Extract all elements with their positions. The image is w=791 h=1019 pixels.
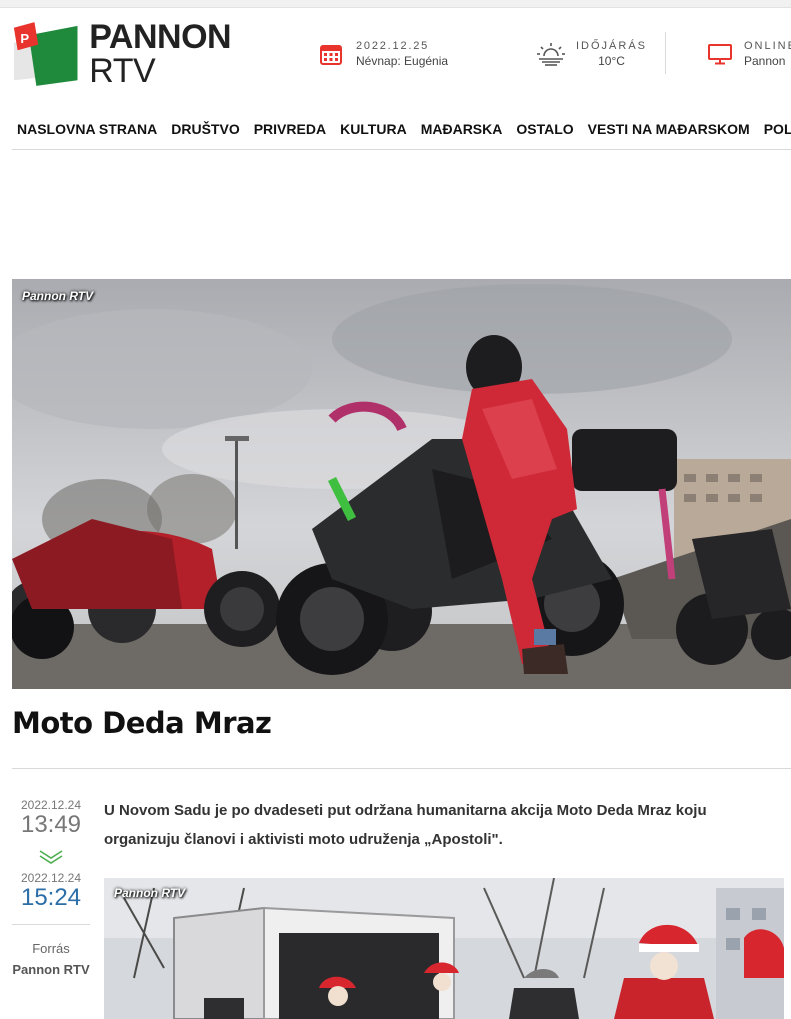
current-date: 2022.12.25 xyxy=(356,40,430,52)
updated-date: 2022.12.24 xyxy=(20,871,82,886)
browser-top-strip xyxy=(0,0,791,8)
nav-item-kultura[interactable]: KULTURA xyxy=(340,121,407,137)
nav-item-politika[interactable]: POLITIKA xyxy=(764,121,791,137)
online-widget[interactable]: ONLINE Pannon xyxy=(708,40,791,68)
meta-divider xyxy=(12,924,90,926)
nav-item-drustvo[interactable]: DRUŠTVO xyxy=(171,121,239,137)
article-title: Moto Deda Mraz xyxy=(12,706,272,740)
sunrise-weather-icon xyxy=(537,43,565,66)
hero-image[interactable]: Pannon RTV xyxy=(12,279,791,689)
online-label: ONLINE xyxy=(744,40,791,52)
source-label: Forrás xyxy=(32,941,70,957)
article-photo-watermark: Pannon RTV xyxy=(114,886,186,900)
pannon-logo-icon: P xyxy=(13,22,78,86)
site-header: P PANNON RTV 2022.12.25 Névnap: Eugénia xyxy=(0,8,791,108)
article-meta: 2022.12.24 13:49 2022.12.24 15:24 Forrás… xyxy=(12,798,90,977)
site-logo[interactable]: P PANNON RTV xyxy=(12,16,292,92)
title-divider xyxy=(12,768,791,769)
svg-text:P: P xyxy=(20,31,29,46)
chevron-down-icon xyxy=(39,850,63,865)
published-date: 2022.12.24 xyxy=(20,798,82,812)
published-time: 13:49 xyxy=(20,811,82,838)
nav-item-madjarska[interactable]: MAĐARSKA xyxy=(421,121,503,137)
calendar-icon xyxy=(320,45,342,65)
logo-wordmark: PANNON RTV xyxy=(89,20,292,88)
source-name: Pannon RTV xyxy=(12,962,90,978)
weather-temperature: 10°C xyxy=(598,54,625,68)
logo-text-rtv: RTV xyxy=(89,52,156,90)
updated-time: 15:24 xyxy=(20,884,82,912)
nav-item-vesti-na-madjarskom[interactable]: VESTI NA MAĐARSKOM xyxy=(588,121,750,137)
main-navigation: NASLOVNA STRANA DRUŠTVO PRIVREDA KULTURA… xyxy=(12,108,791,150)
article-lead: U Novom Sadu je po dvadeseti put održana… xyxy=(104,802,707,848)
weather-widget[interactable]: IDŐJÁRÁS 10°C xyxy=(536,40,647,68)
logo-text-main: PANNON xyxy=(89,18,232,56)
hero-motorcycles-image xyxy=(12,279,791,689)
article-photo[interactable]: Pannon RTV xyxy=(104,878,784,1019)
santa-volunteers-image xyxy=(104,878,784,1019)
header-divider xyxy=(665,32,666,74)
nav-item-privreda[interactable]: PRIVREDA xyxy=(254,121,326,137)
weather-label: IDŐJÁRÁS xyxy=(576,40,648,52)
hero-watermark: Pannon RTV xyxy=(22,289,94,303)
online-value: Pannon xyxy=(744,54,786,68)
date-block: 2022.12.25 Névnap: Eugénia xyxy=(320,40,448,68)
name-day: Névnap: Eugénia xyxy=(356,54,449,68)
nav-item-naslovna-strana[interactable]: NASLOVNA STRANA xyxy=(17,121,157,137)
nav-item-ostalo[interactable]: OSTALO xyxy=(516,121,573,137)
tv-icon xyxy=(708,44,732,65)
